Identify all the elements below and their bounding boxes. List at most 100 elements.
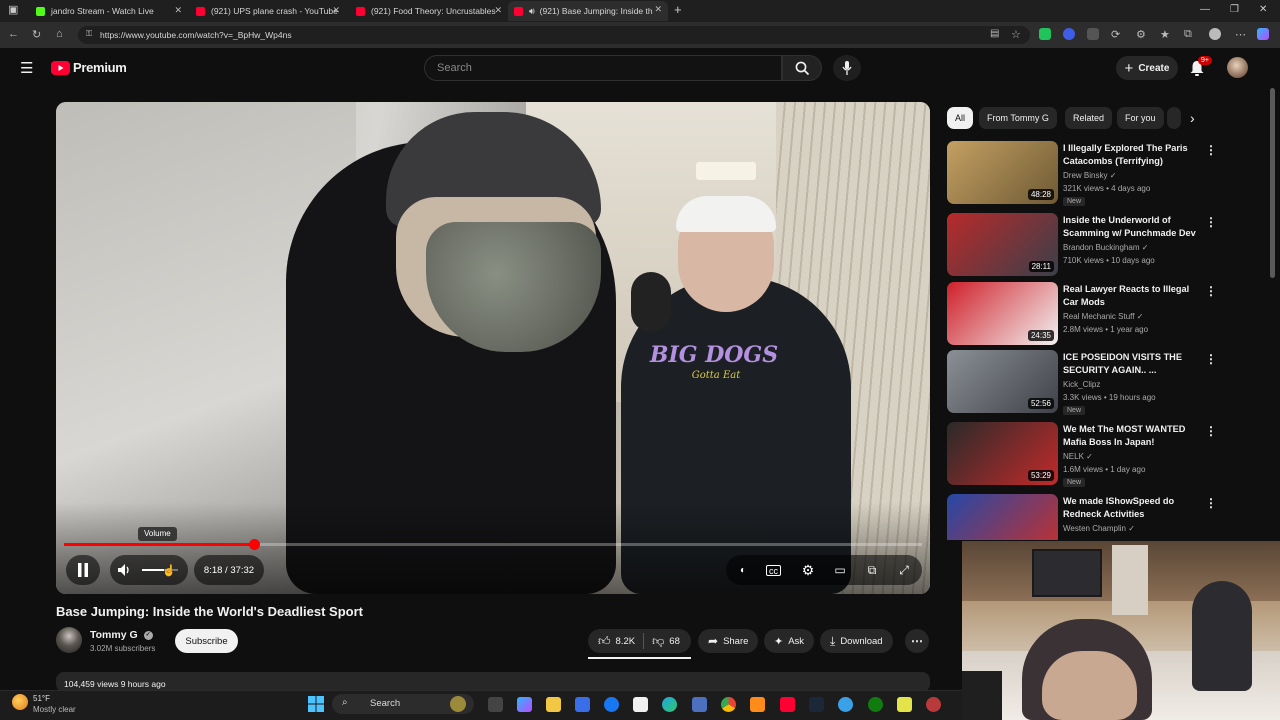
volume-icon[interactable] xyxy=(118,564,132,576)
search-input[interactable]: Search xyxy=(424,55,782,81)
more-vertical-icon[interactable]: ⋮ xyxy=(1205,496,1217,510)
chip-for-you[interactable]: For you xyxy=(1117,107,1164,129)
settings-app-icon[interactable] xyxy=(926,697,941,712)
play-pause-button[interactable] xyxy=(66,555,100,585)
recommendation-item[interactable]: 24:35 Real Lawyer Reacts to Illegal Car … xyxy=(947,282,1247,348)
more-menu-icon[interactable]: ⋯ xyxy=(1235,28,1246,41)
dislike-count[interactable]: 68 xyxy=(669,636,680,647)
xbox-icon[interactable] xyxy=(868,697,883,712)
description-box[interactable]: 104,459 views 9 hours ago xyxy=(56,672,930,692)
cast-icon[interactable]: ⧉ xyxy=(863,562,881,578)
recommendation-channel[interactable]: Kick_Clipz xyxy=(1063,380,1100,389)
facebook-icon[interactable] xyxy=(604,697,619,712)
search-button[interactable] xyxy=(782,55,822,81)
copilot-icon[interactable] xyxy=(1257,28,1269,40)
thumbs-down-icon[interactable]: 👎︎ xyxy=(652,634,664,649)
site-info-icon[interactable]: ⚿ xyxy=(86,29,92,39)
recommendation-item[interactable]: 48:28 I Illegally Explored The Paris Cat… xyxy=(947,141,1247,207)
recommendation-title[interactable]: I Illegally Explored The Paris Catacombs… xyxy=(1063,142,1203,168)
recommendation-channel[interactable]: NELK ✓ xyxy=(1063,452,1093,461)
channel-avatar[interactable] xyxy=(56,627,82,653)
recommendation-item[interactable]: 28:11 Inside the Underworld of Scamming … xyxy=(947,213,1247,279)
hamburger-menu-icon[interactable]: ☰ xyxy=(20,59,33,77)
share-button[interactable]: ➦ Share xyxy=(698,629,759,653)
vlc-icon[interactable] xyxy=(750,697,765,712)
favorite-star-icon[interactable]: ☆ xyxy=(1011,28,1021,41)
download-button[interactable]: ⤓ Download xyxy=(820,629,893,653)
recommendation-channel[interactable]: Drew Binsky ✓ xyxy=(1063,171,1116,180)
notifications-button[interactable]: 9+ xyxy=(1189,56,1212,82)
speaker-icon[interactable]: 🔊︎ xyxy=(529,6,535,17)
reader-mode-icon[interactable]: ▤ xyxy=(990,28,999,39)
volume-control[interactable]: ☝ xyxy=(110,555,188,585)
video-thumbnail[interactable]: 53:29 xyxy=(947,422,1058,485)
favorites-icon[interactable]: ★ xyxy=(1160,28,1170,41)
thumbs-up-icon[interactable]: 👍︎ xyxy=(598,634,611,649)
recommendation-item[interactable]: 52:56 ICE POSEIDON VISITS THE SECURITY A… xyxy=(947,350,1247,416)
chip-partial[interactable] xyxy=(1167,107,1181,129)
minimize-icon[interactable]: — xyxy=(1200,4,1210,15)
extensions-icon[interactable]: ⚙ xyxy=(1136,28,1146,41)
refresh-icon[interactable]: ↻ xyxy=(32,28,41,41)
window-menu-icon[interactable]: ▣ xyxy=(8,3,18,16)
notes-icon[interactable] xyxy=(897,697,912,712)
home-icon[interactable]: ⌂ xyxy=(56,28,63,40)
collections-icon[interactable]: ⧉ xyxy=(1184,28,1192,41)
weather-icon[interactable] xyxy=(12,694,28,710)
start-button[interactable] xyxy=(308,696,324,717)
more-vertical-icon[interactable]: ⋮ xyxy=(1205,352,1217,366)
video-thumbnail[interactable]: 28:11 xyxy=(947,213,1058,276)
sync-icon[interactable]: ⟳ xyxy=(1111,28,1120,41)
browser-tab[interactable]: (921) Food Theory: Uncrustables ✕ xyxy=(350,2,508,20)
progress-scrubber[interactable] xyxy=(249,539,260,550)
create-button[interactable]: + Create xyxy=(1116,56,1178,80)
channel-name[interactable]: Tommy G ✓ xyxy=(90,629,153,641)
youtube-app-icon[interactable] xyxy=(780,697,795,712)
video-thumbnail[interactable]: 48:28 xyxy=(947,141,1058,204)
store-icon[interactable] xyxy=(575,697,590,712)
weather-temp[interactable]: 51°F xyxy=(33,694,50,703)
close-tab-icon[interactable]: ✕ xyxy=(332,5,340,16)
chip-related[interactable]: Related xyxy=(1065,107,1113,129)
chevron-right-icon[interactable]: › xyxy=(1190,110,1195,126)
recommendation-title[interactable]: Inside the Underworld of Scamming w/ Pun… xyxy=(1063,214,1203,240)
file-explorer-icon[interactable] xyxy=(546,697,561,712)
youtube-logo[interactable]: Premium xyxy=(51,60,127,75)
chrome-icon[interactable] xyxy=(721,697,736,712)
browser-tab[interactable]: jandro Stream - Watch Live ✕ xyxy=(30,2,188,20)
autoplay-toggle-icon[interactable]: ◐ xyxy=(734,562,752,578)
fullscreen-icon[interactable]: ⤢ xyxy=(895,562,913,578)
new-tab-button[interactable]: + xyxy=(674,2,682,17)
more-actions-button[interactable]: ⋯ xyxy=(905,629,929,653)
edge-browser-icon[interactable] xyxy=(662,697,677,712)
more-vertical-icon[interactable]: ⋮ xyxy=(1205,143,1217,157)
task-view-icon[interactable] xyxy=(488,697,503,712)
recommendation-item[interactable]: 53:29 We Met The MOST WANTED Mafia Boss … xyxy=(947,422,1247,488)
calculator-icon[interactable] xyxy=(692,697,707,712)
browser-tab[interactable]: (921) UPS plane crash - YouTube ✕ xyxy=(190,2,346,20)
recommendation-item[interactable]: We made IShowSpeed do Redneck Activities… xyxy=(947,494,1247,540)
taskbar-search[interactable]: ⌕ Search xyxy=(332,694,474,714)
recommendation-title[interactable]: Real Lawyer Reacts to Illegal Car Mods xyxy=(1063,283,1203,309)
app-icon[interactable] xyxy=(838,697,853,712)
ask-button[interactable]: ✦ Ask xyxy=(764,629,815,653)
video-player[interactable]: BIG DOGS Gotta Eat xyxy=(56,102,930,594)
recommendation-title[interactable]: ICE POSEIDON VISITS THE SECURITY AGAIN..… xyxy=(1063,351,1203,377)
maximize-icon[interactable]: ❐ xyxy=(1230,4,1239,15)
video-thumbnail[interactable]: 52:56 xyxy=(947,350,1058,413)
account-avatar[interactable] xyxy=(1227,57,1248,78)
copilot-app-icon[interactable] xyxy=(517,697,532,712)
captions-icon[interactable]: cc xyxy=(766,565,781,576)
voice-search-button[interactable] xyxy=(833,55,861,81)
profile-icon[interactable] xyxy=(1209,28,1221,40)
weather-description[interactable]: Mostly clear xyxy=(33,705,76,714)
amazon-icon[interactable] xyxy=(633,697,648,712)
settings-gear-icon[interactable]: ⚙ xyxy=(799,562,817,578)
video-thumbnail[interactable]: 24:35 xyxy=(947,282,1058,345)
recommendation-channel[interactable]: Westen Champlin ✓ xyxy=(1063,524,1135,533)
recommendation-title[interactable]: We made IShowSpeed do Redneck Activities xyxy=(1063,495,1203,521)
extension-icon[interactable] xyxy=(1063,28,1075,40)
close-tab-icon[interactable]: ✕ xyxy=(494,5,502,16)
address-bar[interactable]: ⚿ https://www.youtube.com/watch?v=_BpHw_… xyxy=(78,26,1030,44)
more-vertical-icon[interactable]: ⋮ xyxy=(1205,215,1217,229)
